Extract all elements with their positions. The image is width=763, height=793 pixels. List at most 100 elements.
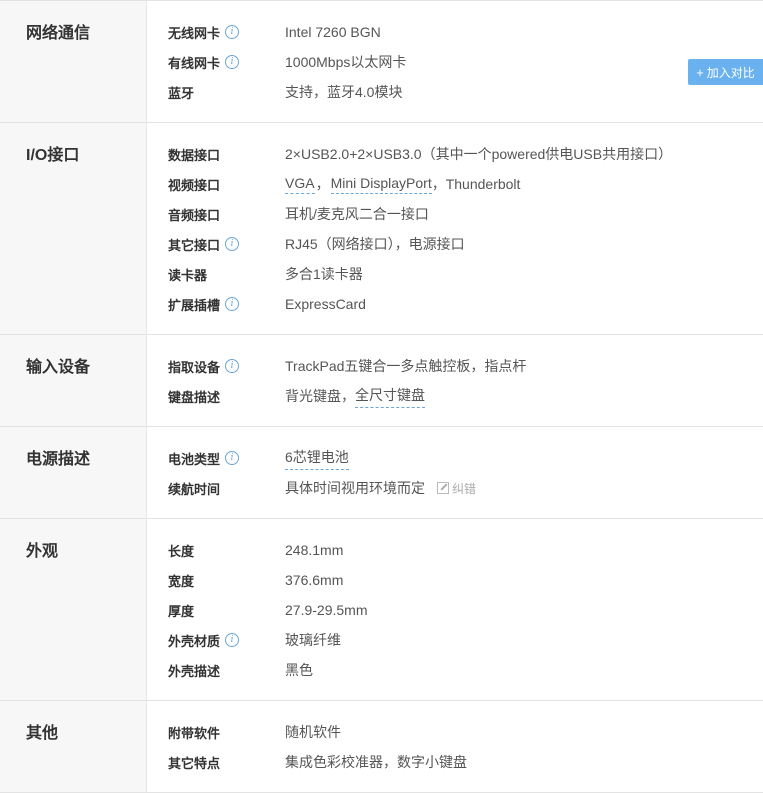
spec-value: Intel 7260 BGN: [285, 24, 381, 40]
spec-value: 玻璃纤维: [285, 632, 341, 648]
section-input: 输入设备 指取设备 i TrackPad五键合一多点触控板，指点杆 键盘描述 背光…: [0, 335, 763, 427]
section-title: 其他: [0, 701, 147, 792]
spec-label-text: 其它接口: [168, 237, 221, 253]
section-title: 电源描述: [0, 427, 147, 518]
spec-value: 黑色: [285, 662, 313, 678]
spec-row-battery-life: 续航时间 具体时间视用环境而定 纠错: [147, 473, 763, 503]
spec-row-data-ports: 数据接口 2×USB2.0+2×USB3.0（其中一个powered供电USB共…: [147, 139, 763, 169]
spec-row-pointing-device: 指取设备 i TrackPad五键合一多点触控板，指点杆: [147, 351, 763, 381]
spec-value: 1000Mbps以太网卡: [285, 54, 407, 70]
spec-value: 248.1mm: [285, 542, 344, 558]
section-body: 长度 248.1mm 宽度 376.6mm 厚度 27.9-29.5mm 外壳材…: [147, 519, 763, 700]
plus-icon: +: [696, 64, 704, 80]
mini-displayport-link[interactable]: Mini DisplayPort: [330, 175, 432, 194]
spec-row-other-features: 其它特点 集成色彩校准器，数字小键盘: [147, 747, 763, 777]
spec-value: 376.6mm: [285, 572, 344, 588]
spec-label-text: 外壳材质: [168, 633, 221, 649]
vga-link[interactable]: VGA: [285, 175, 315, 194]
spec-row-thickness: 厚度 27.9-29.5mm: [147, 595, 763, 625]
spec-value: 具体时间视用环境而定 纠错: [285, 478, 476, 498]
spec-row-other-ports: 其它接口 i RJ45（网络接口），电源接口: [147, 229, 763, 259]
spec-row-bluetooth: 蓝牙 支持，蓝牙4.0模块: [147, 77, 763, 107]
spec-label: 外壳材质 i: [147, 631, 285, 650]
spec-value: 多合1读卡器: [285, 266, 363, 282]
spec-label: 附带软件: [168, 725, 221, 741]
spec-label-text: 扩展插槽: [168, 297, 221, 313]
spec-row-width: 宽度 376.6mm: [147, 565, 763, 595]
spec-row-shell-material: 外壳材质 i 玻璃纤维: [147, 625, 763, 655]
spec-label: 有线网卡 i: [147, 53, 285, 72]
section-io: I/O接口 数据接口 2×USB2.0+2×USB3.0（其中一个powered…: [0, 123, 763, 335]
correction-link[interactable]: 纠错: [437, 480, 476, 497]
spec-label: 指取设备 i: [147, 357, 285, 376]
spec-label: 其它特点: [168, 755, 221, 771]
spec-row-wireless: 无线网卡 i Intel 7260 BGN: [147, 17, 763, 47]
full-size-keyboard-link[interactable]: 全尺寸键盘: [355, 385, 425, 408]
spec-row-keyboard: 键盘描述 背光键盘， 全尺寸键盘: [147, 381, 763, 411]
battery-type-link[interactable]: 6芯锂电池: [285, 447, 349, 470]
section-body: 电池类型 i 6芯锂电池 续航时间 具体时间视用环境而定 纠错: [147, 427, 763, 518]
info-icon[interactable]: i: [225, 55, 240, 69]
section-title: I/O接口: [0, 123, 147, 334]
spec-row-bundled-software: 附带软件 随机软件: [147, 717, 763, 747]
spec-label-text: 有线网卡: [168, 55, 221, 71]
spec-label: 读卡器: [168, 267, 208, 283]
info-icon[interactable]: i: [225, 297, 240, 311]
spec-row-card-reader: 读卡器 多合1读卡器: [147, 259, 763, 289]
spec-row-video-ports: 视频接口 VGA， Mini DisplayPort ，Thunderbolt: [147, 169, 763, 199]
thunderbolt-text: ，Thunderbolt: [431, 176, 521, 192]
add-to-compare-button[interactable]: + 加入对比: [688, 59, 763, 85]
spec-row-ethernet: 有线网卡 i 1000Mbps以太网卡: [147, 47, 763, 77]
spec-row-shell-color: 外壳描述 黑色: [147, 655, 763, 685]
spec-value: 随机软件: [285, 724, 341, 740]
info-icon[interactable]: i: [225, 237, 240, 251]
spec-value: 背光键盘， 全尺寸键盘: [285, 385, 425, 408]
backlit-keyboard-text: 背光键盘，: [285, 388, 355, 404]
section-body: 附带软件 随机软件 其它特点 集成色彩校准器，数字小键盘: [147, 701, 763, 792]
spec-value: VGA， Mini DisplayPort ，Thunderbolt: [285, 174, 520, 194]
section-appearance: 外观 长度 248.1mm 宽度 376.6mm 厚度 27.9-29.5mm …: [0, 519, 763, 701]
spec-label: 其它接口 i: [147, 235, 285, 254]
info-icon[interactable]: i: [225, 359, 240, 373]
section-network: 网络通信 无线网卡 i Intel 7260 BGN 有线网卡 i 1000Mbps…: [0, 1, 763, 123]
spec-label-text: 无线网卡: [168, 25, 221, 41]
spec-row-audio-ports: 音频接口 耳机/麦克风二合一接口: [147, 199, 763, 229]
spec-label: 长度: [168, 543, 195, 559]
info-icon[interactable]: i: [225, 25, 240, 39]
spec-label: 外壳描述: [168, 663, 221, 679]
separator: ，: [315, 176, 330, 192]
section-body: 无线网卡 i Intel 7260 BGN 有线网卡 i 1000Mbps以太网卡 …: [147, 1, 763, 122]
spec-row-battery-type: 电池类型 i 6芯锂电池: [147, 443, 763, 473]
spec-label: 厚度: [168, 603, 195, 619]
correction-label: 纠错: [452, 481, 477, 496]
spec-label: 电池类型 i: [147, 449, 285, 468]
spec-value: TrackPad五键合一多点触控板，指点杆: [285, 358, 527, 374]
spec-label: 蓝牙: [168, 85, 195, 101]
spec-label-text: 指取设备: [168, 359, 221, 375]
section-other: 其他 附带软件 随机软件 其它特点 集成色彩校准器，数字小键盘: [0, 701, 763, 793]
battery-life-text: 具体时间视用环境而定: [285, 480, 425, 496]
spec-value: 支持，蓝牙4.0模块: [285, 84, 403, 100]
spec-value: 耳机/麦克风二合一接口: [285, 206, 429, 222]
spec-label: 扩展插槽 i: [147, 295, 285, 314]
section-body: 数据接口 2×USB2.0+2×USB3.0（其中一个powered供电USB共…: [147, 123, 763, 334]
section-title: 网络通信: [0, 1, 147, 122]
section-title: 输入设备: [0, 335, 147, 426]
spec-label: 无线网卡 i: [147, 23, 285, 42]
spec-value: 6芯锂电池: [285, 447, 349, 470]
spec-value: ExpressCard: [285, 296, 366, 312]
spec-value: RJ45（网络接口），电源接口: [285, 236, 465, 252]
spec-label: 续航时间: [168, 481, 221, 497]
spec-value: 集成色彩校准器，数字小键盘: [285, 754, 467, 770]
spec-label-text: 电池类型: [168, 451, 221, 467]
spec-value: 27.9-29.5mm: [285, 602, 368, 618]
spec-label: 数据接口: [168, 147, 221, 163]
info-icon[interactable]: i: [225, 451, 240, 465]
edit-icon: [437, 482, 449, 494]
spec-label: 视频接口: [168, 177, 221, 193]
section-power: 电源描述 电池类型 i 6芯锂电池 续航时间 具体时间视用环境而定 纠错: [0, 427, 763, 519]
section-body: 指取设备 i TrackPad五键合一多点触控板，指点杆 键盘描述 背光键盘， 全尺…: [147, 335, 763, 426]
spec-row-length: 长度 248.1mm: [147, 535, 763, 565]
section-title: 外观: [0, 519, 147, 700]
info-icon[interactable]: i: [225, 633, 240, 647]
